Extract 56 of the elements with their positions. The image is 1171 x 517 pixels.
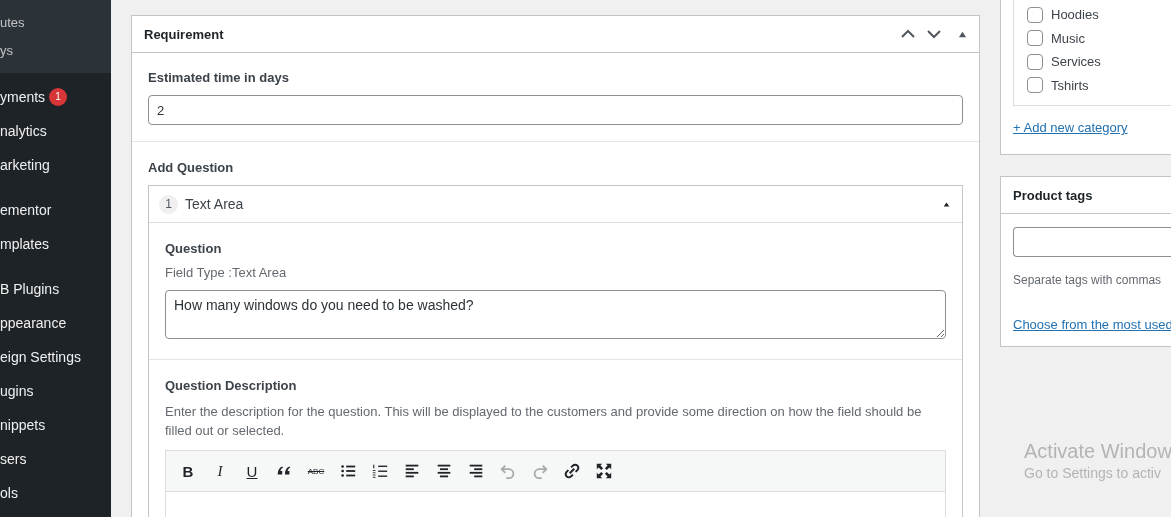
category-label: Hoodies: [1051, 7, 1099, 23]
align-right-icon: [467, 462, 485, 480]
fullscreen-icon: [595, 462, 613, 480]
sidebar-item[interactable]: nalytics: [0, 114, 111, 148]
field-label: Question Description: [165, 378, 298, 393]
checkbox[interactable]: [1027, 77, 1043, 94]
category-label: Tshirts: [1051, 77, 1089, 93]
panel-title: Requirement: [144, 26, 225, 42]
bulleted-list-icon: [339, 462, 357, 480]
field-label: Estimated time in days: [148, 70, 290, 85]
input-field[interactable]: 2: [148, 95, 963, 125]
sidebar-item[interactable]: ementor: [0, 193, 111, 227]
submenu-item[interactable]: utes: [0, 8, 111, 36]
align-center-icon: [435, 462, 453, 480]
sidebar-item[interactable]: yments 1: [0, 80, 111, 114]
link-icon: [563, 462, 581, 480]
toggle-triangle-icon[interactable]: [943, 200, 950, 208]
italic-button[interactable]: I: [208, 459, 232, 483]
checkbox[interactable]: [1027, 53, 1043, 70]
submenu-item[interactable]: ys: [0, 36, 111, 64]
underline-button[interactable]: U: [240, 459, 264, 483]
tag-input[interactable]: [1013, 227, 1171, 257]
sidebar-item[interactable]: B Plugins: [0, 272, 111, 306]
card-title: Product tags: [1013, 187, 1093, 203]
undo-icon: [499, 462, 517, 480]
toggle-triangle-icon[interactable]: [958, 29, 967, 39]
add-category-link[interactable]: + Add new category: [1013, 120, 1128, 135]
help-text: Separate tags with commas: [1013, 273, 1163, 287]
redo-icon: [531, 462, 549, 480]
category-label: Music: [1051, 30, 1085, 46]
strike-button[interactable]: ABC: [304, 459, 328, 483]
sidebar-item[interactable]: eign Settings: [0, 340, 111, 374]
sidebar-item[interactable]: arketing: [0, 148, 111, 182]
align-left-icon: [403, 462, 421, 480]
sidebar-item[interactable]: ppearance: [0, 306, 111, 340]
question-title[interactable]: Text Area: [185, 196, 930, 212]
field-label: Add Question: [148, 160, 235, 175]
most-used-tags-link[interactable]: Choose from the most used: [1013, 317, 1171, 332]
question-number: 1: [159, 194, 178, 214]
sidebar-item[interactable]: nippets: [0, 408, 111, 442]
field-type-text: Field Type :Text Area: [165, 265, 288, 280]
numbered-list-icon: [371, 462, 389, 480]
sidebar-item[interactable]: mplates: [0, 227, 111, 261]
activation-notice-text: Go to Settings to activ: [1024, 465, 1162, 481]
bold-button[interactable]: B: [176, 459, 200, 483]
category-label: Services: [1051, 54, 1101, 70]
sidebar-item[interactable]: sers: [0, 442, 111, 476]
notification-badge: 1: [49, 88, 68, 106]
checkbox[interactable]: [1027, 6, 1043, 23]
question-textarea[interactable]: How many windows do you need to be washed?: [165, 290, 946, 339]
help-text: Enter the description for the question. This will be displayed to the customers and provide some direction on how the field should be filled out or selected.: [165, 403, 923, 440]
field-label: Question: [165, 241, 223, 256]
sidebar-item[interactable]: ols: [0, 476, 111, 510]
checkbox[interactable]: [1027, 30, 1043, 47]
activation-notice-title: Activate Window: [1024, 440, 1171, 463]
sidebar-item[interactable]: ugins: [0, 374, 111, 408]
